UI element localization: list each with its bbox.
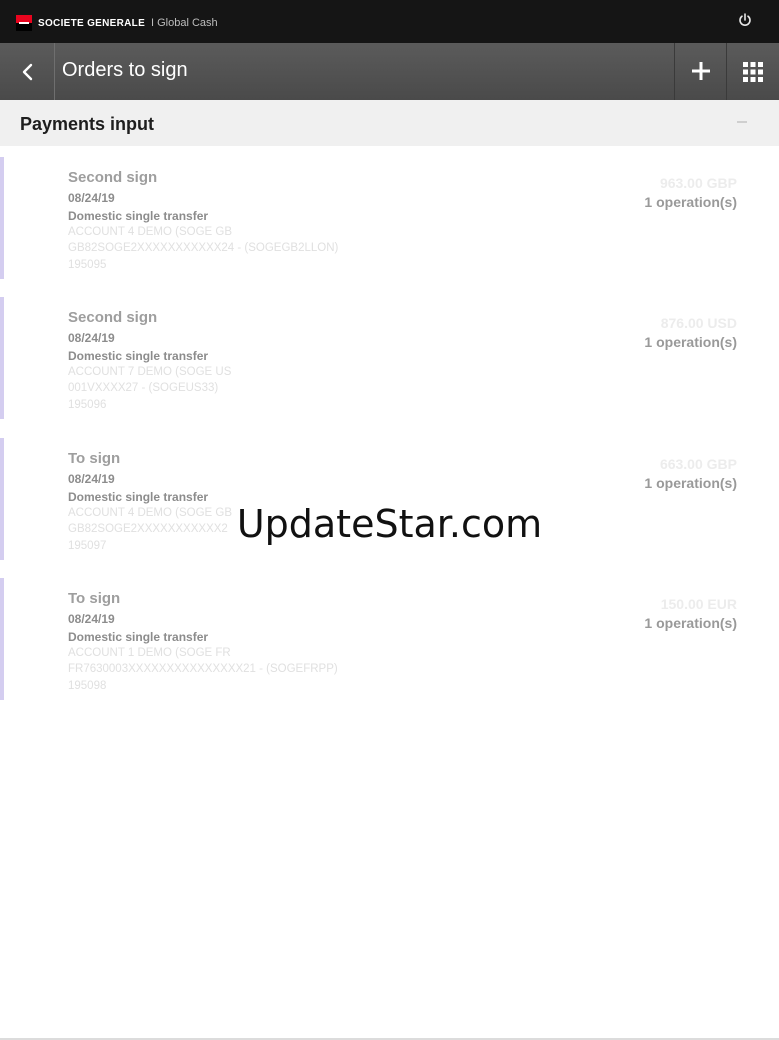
grid-icon [743, 62, 763, 82]
order-type: Domestic single transfer [68, 209, 209, 223]
back-button[interactable] [0, 43, 55, 100]
order-status: To sign [68, 590, 121, 607]
order-account: ACCOUNT 1 DEMO (SOGE FR [68, 647, 231, 659]
order-amount: 876.00 USD [660, 315, 737, 331]
order-operations: 1 operation(s) [644, 475, 737, 491]
order-operations: 1 operation(s) [644, 334, 737, 350]
page-title: Orders to sign [62, 59, 188, 81]
order-account: ACCOUNT 4 DEMO (SOGE GB [68, 226, 233, 238]
order-item[interactable]: Second sign 08/24/19 Domestic single tra… [0, 297, 779, 419]
watermark: UpdateStar.com [236, 502, 543, 546]
order-amount: 963.00 GBP [659, 175, 737, 191]
plus-icon [692, 62, 710, 80]
order-date: 08/24/19 [68, 612, 115, 626]
order-account: ACCOUNT 7 DEMO (SOGE US [68, 366, 232, 378]
order-item[interactable]: To sign 08/24/19 Domestic single transfe… [0, 578, 779, 700]
chevron-left-icon [22, 63, 33, 81]
order-iban: FR7630003XXXXXXXXXXXXXXX21 - (SOGEFRPP) [68, 663, 338, 675]
order-reference: 195096 [68, 399, 107, 411]
payments-input-section-header[interactable]: Payments input [0, 100, 779, 146]
order-status: Second sign [68, 169, 158, 186]
order-type: Domestic single transfer [68, 630, 209, 644]
brand-name: SOCIETE GENERALE [38, 17, 146, 29]
order-date: 08/24/19 [68, 331, 115, 345]
product-name: Global Cash [157, 17, 218, 29]
section-title: Payments input [20, 114, 155, 134]
order-accent [0, 297, 4, 419]
order-date: 08/24/19 [68, 191, 115, 205]
minus-icon[interactable] [737, 121, 747, 123]
societe-generale-logo [16, 15, 32, 31]
order-status: To sign [68, 450, 121, 467]
power-icon[interactable] [737, 12, 753, 28]
header-bar: Orders to sign [0, 43, 779, 100]
order-reference: 195098 [68, 680, 107, 692]
apps-menu-button[interactable] [726, 43, 779, 100]
top-bar: SOCIETE GENERALE I Global Cash [0, 0, 779, 43]
order-amount: 150.00 EUR [660, 596, 737, 612]
add-button[interactable] [674, 43, 726, 100]
order-type: Domestic single transfer [68, 349, 209, 363]
order-item[interactable]: Second sign 08/24/19 Domestic single tra… [0, 157, 779, 279]
brand-separator: I [151, 17, 155, 29]
order-reference: 195095 [68, 259, 107, 271]
order-operations: 1 operation(s) [644, 615, 737, 631]
order-iban: 001VXXXX27 - (SOGEUS33) [68, 382, 219, 394]
order-date: 08/24/19 [68, 472, 115, 486]
order-amount: 663.00 GBP [659, 456, 737, 472]
order-iban: GB82SOGE2XXXXXXXXXXX24 - (SOGEGB2LLON) [68, 242, 339, 254]
order-status: Second sign [68, 309, 158, 326]
order-operations: 1 operation(s) [644, 194, 737, 210]
brand: SOCIETE GENERALE I Global Cash [16, 15, 218, 31]
order-accent [0, 157, 4, 279]
order-accent [0, 578, 4, 700]
